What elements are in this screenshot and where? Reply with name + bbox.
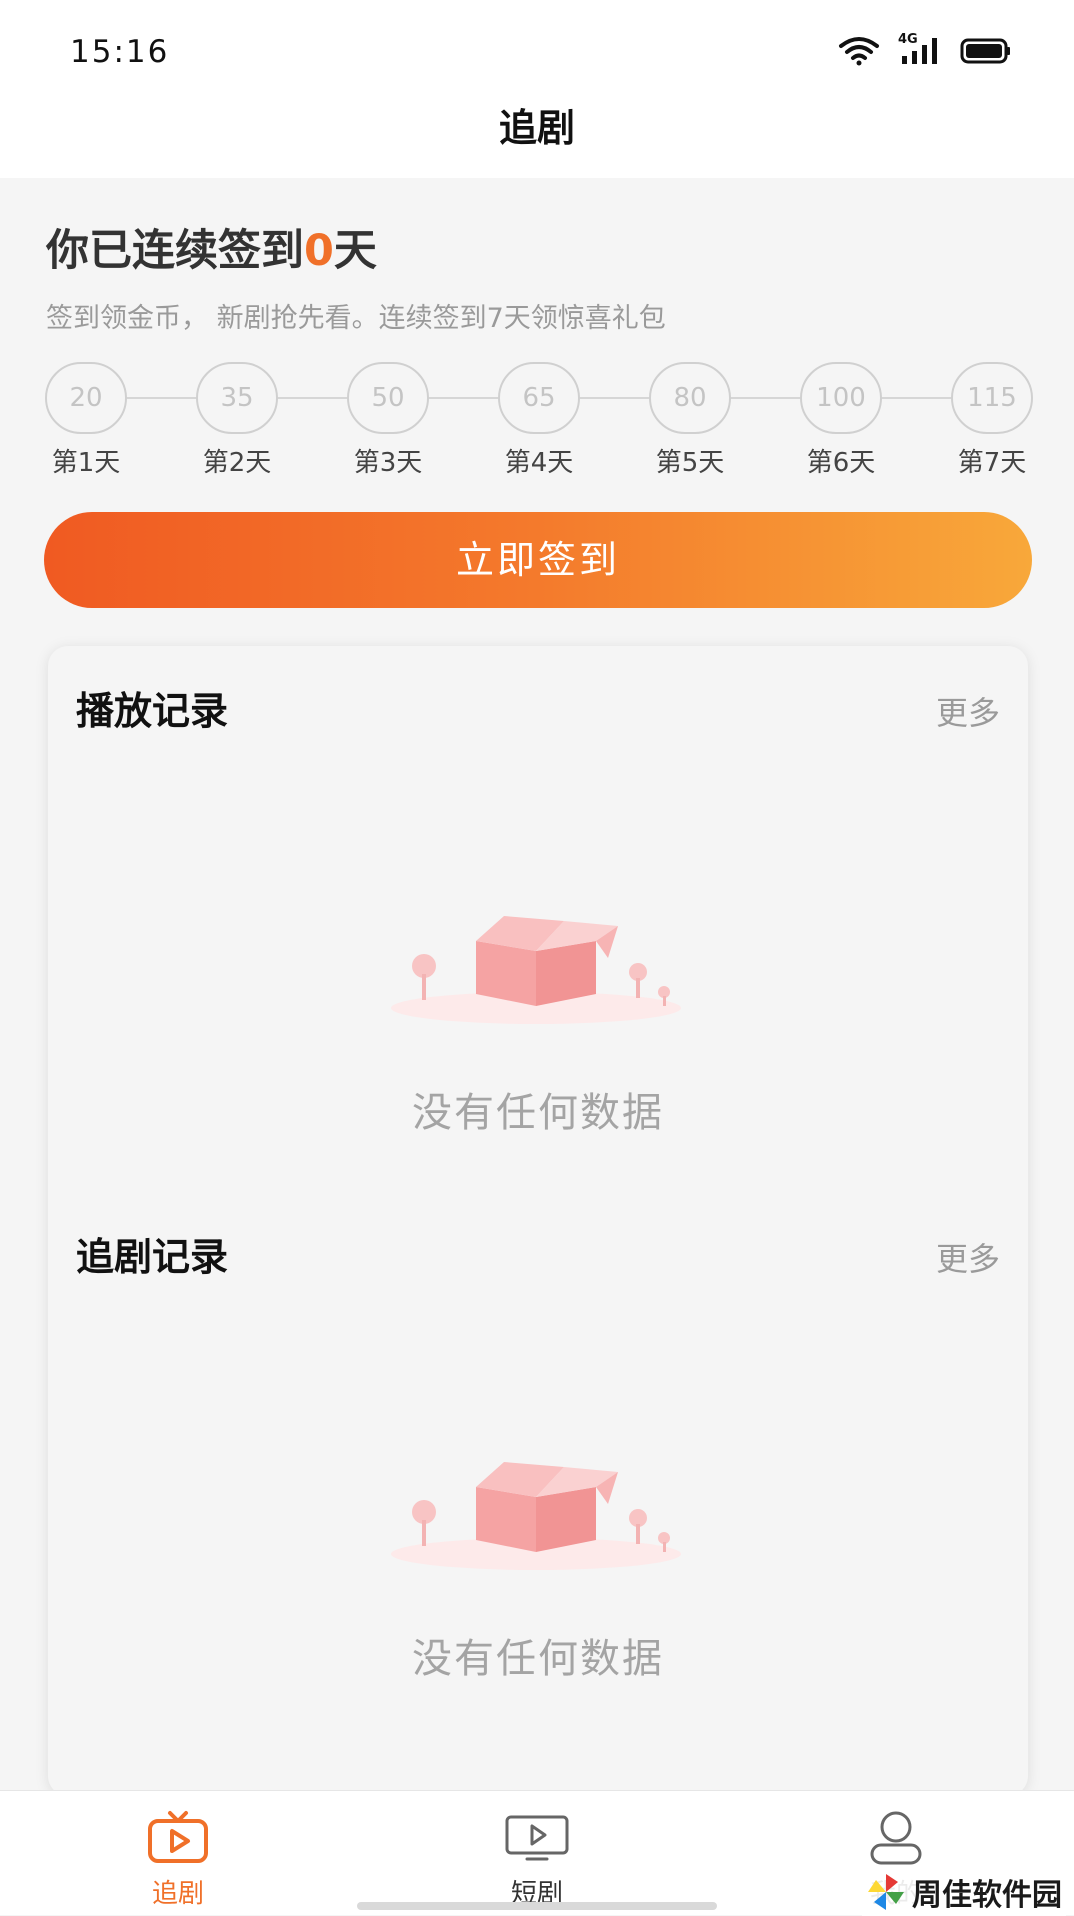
watermark-text: 周佳软件园 bbox=[912, 1878, 1062, 1913]
sign-in-button[interactable]: 立即签到 bbox=[44, 512, 1032, 608]
day-reward-6: 100 第6天 bbox=[799, 362, 883, 479]
empty-box-illustration bbox=[391, 1462, 681, 1570]
status-icons: 4G bbox=[838, 32, 1012, 66]
follow-history-more-link[interactable]: 更多 bbox=[936, 1234, 1000, 1280]
tab-follow-label: 追剧 bbox=[151, 1879, 204, 1909]
cellular-signal-icon: 4G bbox=[898, 32, 942, 66]
day-reward-2: 35 第2天 bbox=[195, 362, 279, 479]
empty-box-illustration bbox=[391, 916, 681, 1024]
tab-follow[interactable]: 追剧 bbox=[78, 1809, 278, 1910]
day-coin-circle: 115 bbox=[951, 362, 1033, 434]
day-coin-circle: 50 bbox=[347, 362, 429, 434]
day-label: 第5天 bbox=[655, 448, 725, 478]
day-coin-circle: 100 bbox=[800, 362, 882, 434]
page-title: 追剧 bbox=[498, 106, 575, 150]
battery-icon bbox=[960, 38, 1010, 64]
status-bar: 15:16 4G bbox=[0, 0, 1074, 100]
play-history-title: 播放记录 bbox=[76, 689, 229, 733]
day-label: 第1天 bbox=[51, 448, 121, 478]
checkin-subtitle: 签到领金币， 新剧抢先看。连续签到7天领惊喜礼包 bbox=[46, 303, 666, 334]
checkin-title-prefix: 你已连续签到 bbox=[46, 226, 304, 276]
play-history-more-link[interactable]: 更多 bbox=[936, 688, 1000, 734]
day-coin-circle: 80 bbox=[649, 362, 731, 434]
checkin-days-count: 0 bbox=[304, 226, 334, 276]
day-reward-4: 65 第4天 bbox=[497, 362, 581, 479]
user-icon bbox=[870, 1811, 922, 1865]
day-label: 第4天 bbox=[504, 448, 574, 478]
checkin-day-row: 20 第1天 35 第2天 50 第3天 65 第4天 80 第5天 100 第… bbox=[44, 362, 1034, 482]
status-time: 15:16 bbox=[70, 34, 170, 70]
screen-play-icon bbox=[505, 1815, 569, 1861]
day-reward-3: 50 第3天 bbox=[346, 362, 430, 479]
checkin-title: 你已连续签到0天 bbox=[46, 216, 377, 278]
home-indicator[interactable] bbox=[357, 1902, 717, 1910]
day-label: 第3天 bbox=[353, 448, 423, 478]
watermark: 周佳软件园 bbox=[862, 1868, 1066, 1916]
day-reward-7: 115 第7天 bbox=[950, 362, 1034, 479]
day-label: 第6天 bbox=[806, 448, 876, 478]
day-coin-circle: 65 bbox=[498, 362, 580, 434]
follow-history-header: 追剧记录 更多 bbox=[76, 1226, 1000, 1286]
day-label: 第7天 bbox=[957, 448, 1027, 478]
day-reward-1: 20 第1天 bbox=[44, 362, 128, 479]
day-label: 第2天 bbox=[202, 448, 272, 478]
day-coin-circle: 20 bbox=[45, 362, 127, 434]
records-card: 播放记录 更多 没有任何数据 追剧记录 更多 没有任何数据 bbox=[48, 646, 1028, 1796]
play-history-empty-text: 没有任何数据 bbox=[412, 1090, 664, 1136]
pinwheel-logo-icon bbox=[868, 1874, 904, 1910]
follow-history-title: 追剧记录 bbox=[76, 1235, 229, 1279]
tv-icon bbox=[148, 1811, 208, 1863]
follow-history-empty-text: 没有任何数据 bbox=[412, 1636, 664, 1682]
day-coin-circle: 35 bbox=[196, 362, 278, 434]
checkin-title-suffix: 天 bbox=[333, 226, 377, 276]
play-history-header: 播放记录 更多 bbox=[76, 680, 1000, 740]
tab-short-drama[interactable]: 短剧 bbox=[437, 1809, 637, 1910]
wifi-icon bbox=[839, 37, 879, 66]
nav-bar: 追剧 bbox=[0, 100, 1074, 178]
day-reward-5: 80 第5天 bbox=[648, 362, 732, 479]
